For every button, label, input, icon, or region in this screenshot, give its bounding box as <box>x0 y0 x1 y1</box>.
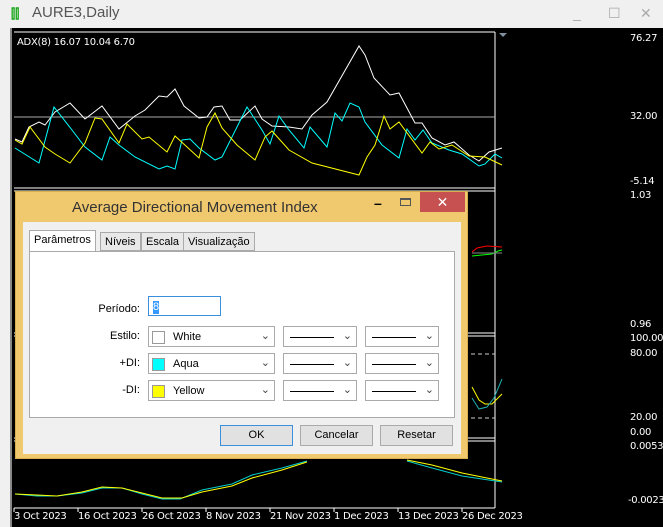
color-swatch <box>152 358 165 371</box>
axis-label: -5.14 <box>630 176 655 187</box>
date-label: 26 Oct 2023 <box>142 511 201 522</box>
indicator-label: ADX(8) 16.07 10.04 6.70 <box>17 37 135 48</box>
line-width-select[interactable]: ⌄ <box>365 380 439 401</box>
axis-label: 0.00535 <box>630 441 663 452</box>
panel4-cyan-line <box>14 460 308 500</box>
tab-niveis[interactable]: Níveis <box>100 232 141 251</box>
line-width-preview <box>372 364 416 365</box>
row-label: Estilo: <box>110 330 140 342</box>
line-style-preview <box>290 364 334 365</box>
line-style-preview <box>290 337 334 338</box>
axis-label: 1.03 <box>630 190 652 201</box>
row-label: +DI: <box>119 357 140 369</box>
chevron-down-icon: ⌄ <box>342 384 352 396</box>
color-swatch <box>152 385 165 398</box>
line-width-select[interactable]: ⌄ <box>365 326 439 347</box>
axis-label: 100.00 <box>630 333 663 344</box>
chevron-down-icon: ⌄ <box>424 330 434 342</box>
tab-parametros[interactable]: Parâmetros <box>29 230 96 251</box>
chart-shift-marker <box>499 33 507 37</box>
chevron-down-icon: ⌄ <box>342 357 352 369</box>
chevron-down-icon: ⌄ <box>342 330 352 342</box>
line-style-preview <box>290 391 334 392</box>
axis-label: 0.00 <box>630 427 652 438</box>
line-style-select[interactable]: ⌄ <box>283 353 357 374</box>
color-select[interactable]: Yellow ⌄ <box>148 380 275 401</box>
close-button[interactable]: ✕ <box>640 5 652 22</box>
line-width-preview <box>372 391 416 392</box>
tab-escala[interactable]: Escala <box>141 232 185 251</box>
candlestick-icon: ⫿⫿ <box>11 6 20 21</box>
chevron-down-icon: ⌄ <box>260 357 270 369</box>
dialog-minimize-button[interactable]: – <box>374 195 382 211</box>
line-style-select[interactable]: ⌄ <box>283 380 357 401</box>
date-label: 26 Dec 2023 <box>462 511 523 522</box>
panel4-yellow-line <box>406 459 503 482</box>
date-label: 21 Nov 2023 <box>270 511 331 522</box>
axis-label: 0.96 <box>630 319 652 330</box>
line-width-preview <box>372 337 416 338</box>
maximize-button[interactable]: ☐ <box>608 5 621 22</box>
chevron-down-icon: ⌄ <box>424 384 434 396</box>
date-label: 8 Nov 2023 <box>206 511 261 522</box>
chevron-down-icon: ⌄ <box>260 384 270 396</box>
dialog-close-button[interactable]: ✕ <box>420 192 465 212</box>
adx-properties-dialog: Average Directional Movement Index – ✕ P… <box>15 191 468 459</box>
dialog-maximize-button[interactable] <box>400 198 411 206</box>
date-label: 3 Oct 2023 <box>14 511 67 522</box>
row-label: -DI: <box>122 384 140 396</box>
line-width-select[interactable]: ⌄ <box>365 353 439 374</box>
window-title: AURE3,Daily <box>32 4 120 21</box>
tab-visualizacao[interactable]: Visualização <box>183 232 255 251</box>
axis-label: 76.27 <box>630 33 658 44</box>
period-input[interactable]: 8 <box>148 296 221 316</box>
axis-label: 20.00 <box>630 412 658 423</box>
ok-button[interactable]: OK <box>220 425 293 446</box>
color-swatch <box>152 331 165 344</box>
panel4-yellow-line <box>14 461 308 499</box>
date-label: 1 Dec 2023 <box>334 511 389 522</box>
dialog-body: Parâmetros Níveis Escala Visualização Pe… <box>23 222 461 454</box>
date-label: 16 Oct 2023 <box>78 511 137 522</box>
chevron-down-icon: ⌄ <box>424 357 434 369</box>
line-style-select[interactable]: ⌄ <box>283 326 357 347</box>
cancel-button[interactable]: Cancelar <box>300 425 373 446</box>
axis-label: -0.00234 <box>628 495 663 506</box>
color-select[interactable]: Aqua ⌄ <box>148 353 275 374</box>
chevron-down-icon: ⌄ <box>260 330 270 342</box>
minus-di-line <box>14 111 503 176</box>
window-titlebar: ⫿⫿ AURE3,Daily _ ☐ ✕ <box>0 0 663 28</box>
axis-label: 80.00 <box>630 348 658 359</box>
dialog-title: Average Directional Movement Index <box>72 199 318 216</box>
axis-label: 32.00 <box>630 111 658 122</box>
date-label: 13 Dec 2023 <box>398 511 459 522</box>
parameters-panel: Período: 8 Estilo: White ⌄ ⌄ ⌄ +DI: Aqua ⌄ … <box>29 251 455 418</box>
color-select[interactable]: White ⌄ <box>148 326 275 347</box>
minimize-button[interactable]: _ <box>573 5 581 21</box>
period-label: Período: <box>98 303 140 315</box>
reset-button[interactable]: Resetar <box>380 425 453 446</box>
